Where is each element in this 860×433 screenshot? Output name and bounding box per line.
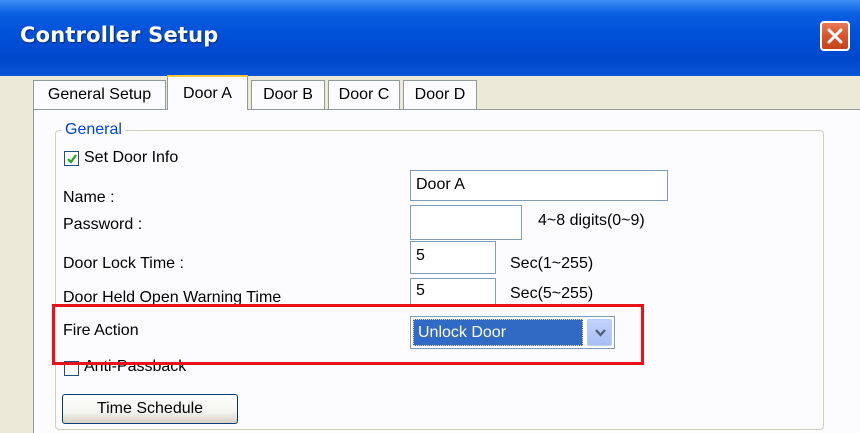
tab-label: Door A: [183, 85, 232, 102]
window-title: Controller Setup: [20, 23, 219, 47]
name-input[interactable]: Door A: [410, 170, 668, 201]
tab-door-d[interactable]: Door D: [403, 80, 477, 110]
title-bar[interactable]: Controller Setup: [0, 0, 860, 76]
set-door-info-label: Set Door Info: [84, 149, 179, 166]
door-lock-time-label: Door Lock Time :: [63, 255, 184, 272]
door-lock-time-hint: Sec(1~255): [510, 255, 594, 272]
chevron-down-icon: [595, 329, 606, 337]
tab-label: Door D: [414, 86, 466, 103]
held-open-time-hint: Sec(5~255): [510, 285, 594, 302]
tab-door-a[interactable]: Door A: [167, 75, 248, 110]
fire-action-select[interactable]: Unlock Door: [410, 316, 615, 349]
tab-door-c[interactable]: Door C: [328, 80, 400, 110]
general-group-label: General: [62, 121, 125, 139]
password-hint: 4~8 digits(0~9): [538, 212, 645, 229]
tab-label: General Setup: [47, 86, 152, 103]
password-label: Password :: [63, 216, 143, 233]
name-label: Name :: [63, 189, 115, 206]
close-icon: [827, 28, 843, 44]
tab-door-b[interactable]: Door B: [251, 80, 325, 110]
held-open-time-label: Door Held Open Warning Time: [63, 289, 282, 306]
tab-label: Door C: [338, 86, 390, 103]
time-schedule-button[interactable]: Time Schedule: [62, 394, 238, 424]
password-input[interactable]: [410, 205, 522, 240]
tab-label: Door B: [263, 86, 313, 103]
fire-action-dropdown-button[interactable]: [587, 319, 612, 346]
close-button[interactable]: [820, 21, 850, 51]
fire-action-selected-value: Unlock Door: [413, 319, 583, 346]
anti-passback-checkbox[interactable]: [64, 361, 79, 376]
door-lock-time-input[interactable]: 5: [410, 241, 496, 274]
controller-setup-window: Controller Setup General Setup Door A Do…: [0, 0, 860, 433]
held-open-time-input[interactable]: 5: [410, 278, 496, 306]
set-door-info-checkbox[interactable]: [64, 151, 79, 166]
anti-passback-label: Anti-Passback: [84, 358, 187, 375]
fire-action-label: Fire Action: [63, 322, 139, 339]
tab-general-setup[interactable]: General Setup: [33, 80, 166, 110]
checkmark-icon: [67, 154, 77, 164]
